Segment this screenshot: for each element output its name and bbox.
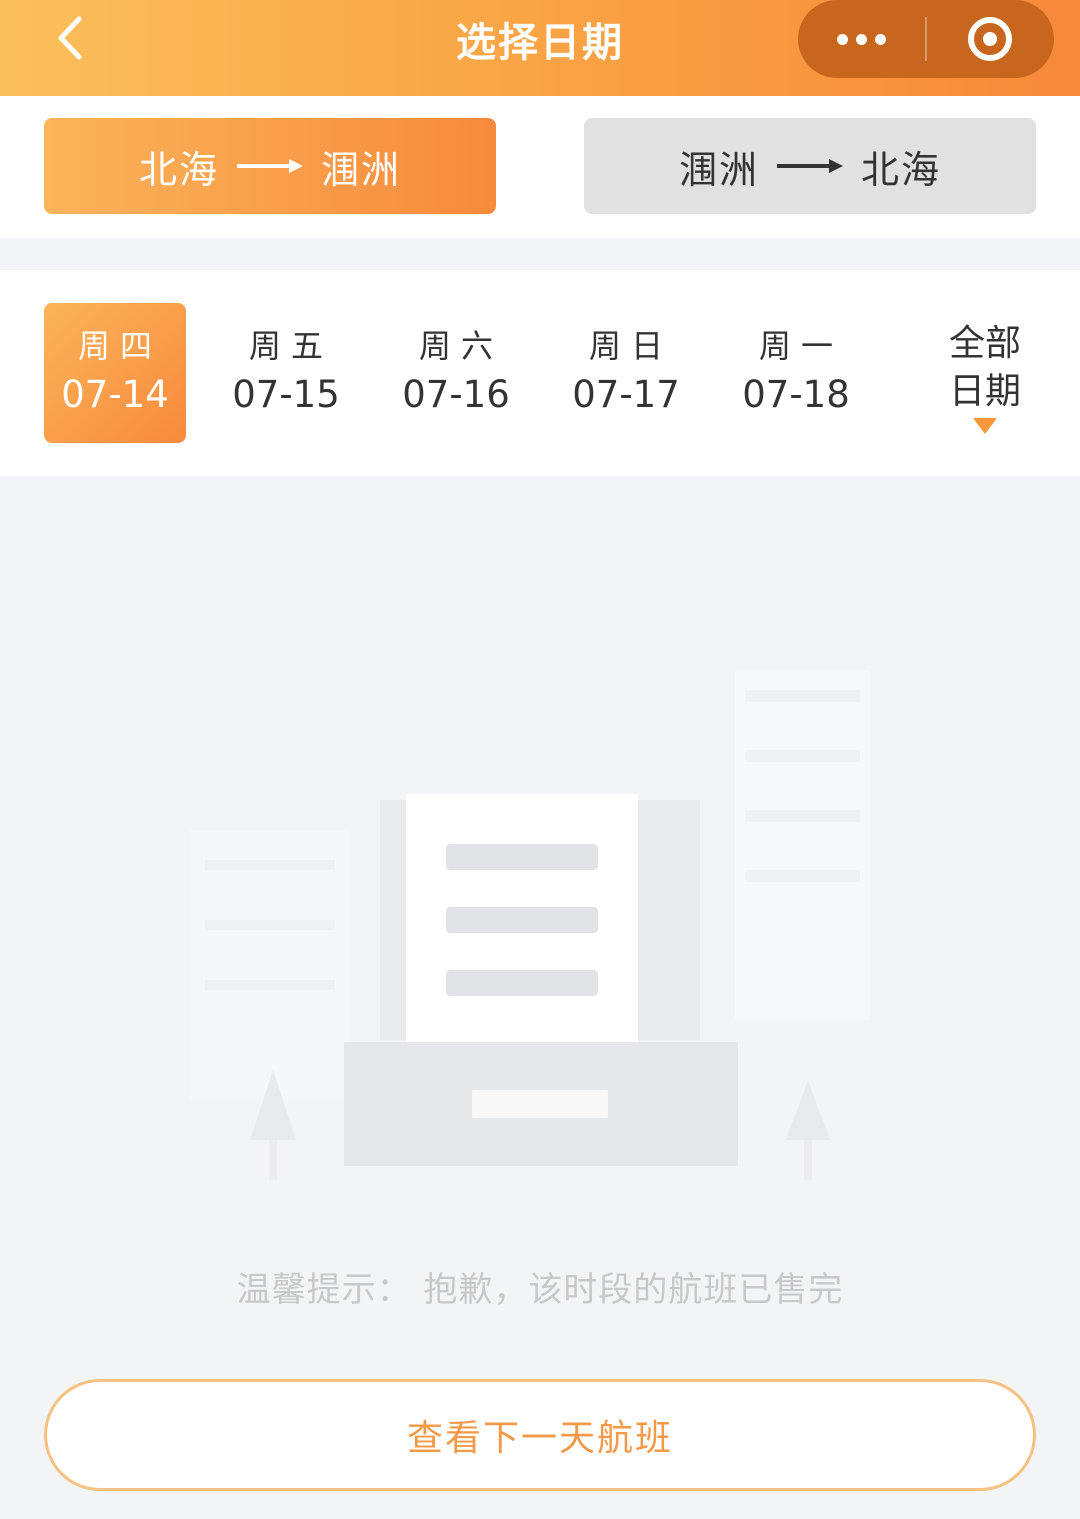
date-tab-weekday: 周四 bbox=[77, 327, 162, 365]
date-tab[interactable]: 周六 07-16 bbox=[385, 303, 527, 443]
caret-down-icon bbox=[973, 418, 997, 434]
date-tab-date: 07-14 bbox=[61, 373, 169, 416]
date-tab-weekday: 周五 bbox=[248, 327, 333, 365]
more-dots-icon bbox=[837, 33, 886, 45]
all-dates-button[interactable]: 全部 日期 bbox=[930, 320, 1040, 434]
date-tab-date: 07-18 bbox=[742, 373, 850, 416]
date-tab[interactable]: 周日 07-17 bbox=[555, 303, 697, 443]
date-tab-weekday: 周日 bbox=[588, 327, 673, 365]
title-bar: 选择日期 bbox=[0, 0, 1080, 96]
date-tab-date: 07-16 bbox=[402, 373, 510, 416]
date-tabs: 周四 07-14 周五 07-15 周六 07-16 周日 07-17 周一 0… bbox=[0, 270, 1080, 476]
target-circle-icon bbox=[968, 17, 1013, 61]
empty-state-hint: 温馨提示： 抱歉，该时段的航班已售完 bbox=[236, 1270, 844, 1310]
route-from: 北海 bbox=[138, 147, 219, 192]
more-button[interactable] bbox=[798, 0, 925, 78]
empty-state-illustration bbox=[190, 670, 870, 1180]
arrow-right-icon bbox=[237, 159, 303, 173]
date-tab-date: 07-17 bbox=[572, 373, 680, 416]
date-tab-weekday: 周六 bbox=[418, 327, 503, 365]
route-selector: 北海 涠洲 涠洲 北海 bbox=[0, 96, 1080, 238]
date-tab[interactable]: 周一 07-18 bbox=[725, 303, 867, 443]
date-tab-weekday: 周一 bbox=[758, 327, 843, 365]
mini-program-capsule bbox=[798, 0, 1054, 78]
close-button[interactable] bbox=[927, 0, 1054, 78]
date-tab[interactable]: 周四 07-14 bbox=[44, 303, 186, 443]
route-to: 北海 bbox=[861, 147, 942, 192]
date-tab-date: 07-15 bbox=[232, 373, 340, 416]
arrow-right-icon bbox=[777, 159, 843, 173]
next-day-flights-button[interactable]: 查看下一天航班 bbox=[44, 1379, 1036, 1491]
route-option-weizhou-beihai[interactable]: 涠洲 北海 bbox=[584, 118, 1036, 214]
date-tab[interactable]: 周五 07-15 bbox=[215, 303, 357, 443]
all-dates-label-line2: 日期 bbox=[948, 371, 1021, 412]
route-option-beihai-weizhou[interactable]: 北海 涠洲 bbox=[44, 118, 496, 214]
section-divider bbox=[0, 238, 1080, 270]
all-dates-label-line1: 全部 bbox=[948, 323, 1021, 364]
route-from: 涠洲 bbox=[678, 147, 759, 192]
route-to: 涠洲 bbox=[321, 147, 402, 192]
